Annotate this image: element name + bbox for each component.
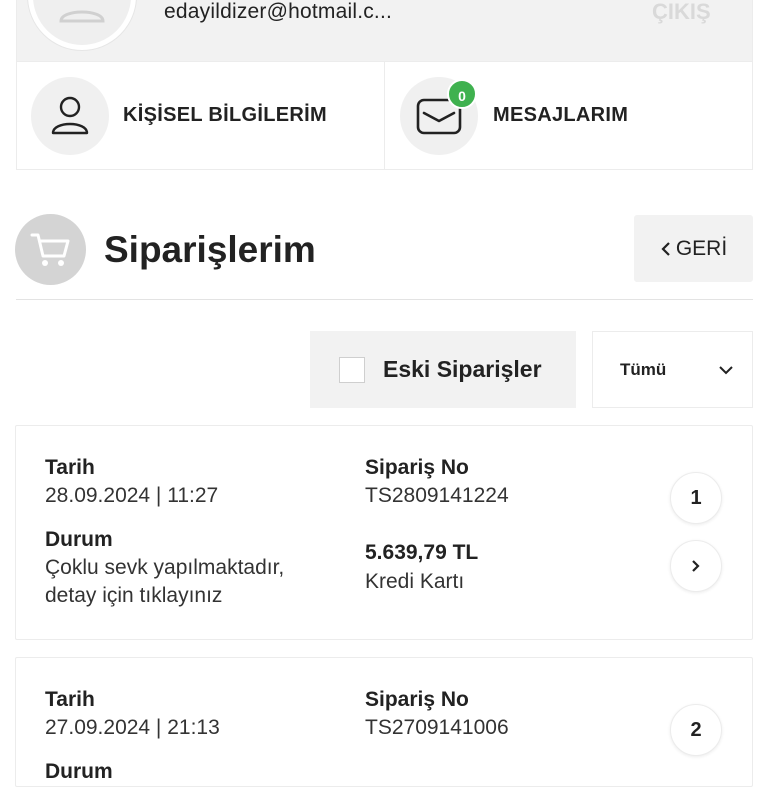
order-date: 28.09.2024 | 11:27	[45, 484, 219, 507]
quick-links-divider	[384, 62, 385, 170]
order-number: TS2709141006	[365, 716, 509, 739]
back-button[interactable]: GERİ	[634, 215, 753, 282]
user-email: edayildizer@hotmail.c...	[164, 0, 393, 23]
order-status-select[interactable]: Tümü	[592, 331, 753, 408]
order-status-label: Durum	[45, 528, 113, 551]
chevron-right-icon	[692, 560, 700, 572]
logout-button[interactable]: ÇIKIŞ	[652, 0, 711, 24]
personal-info-link[interactable]: KİŞİSEL BİLGİLERİM	[123, 103, 327, 127]
person-icon	[59, 10, 105, 23]
order-date-label: Tarih	[45, 456, 95, 479]
messages-count-badge: 0	[447, 79, 477, 109]
order-number-label: Sipariş No	[365, 688, 469, 711]
order-status-text-detail[interactable]: detay için tıklayınız	[45, 582, 222, 610]
order-amount: 5.639,79 TL	[365, 541, 479, 564]
person-icon	[51, 96, 89, 135]
chevron-down-icon	[719, 365, 733, 374]
old-orders-filter[interactable]: Eski Siparişler	[310, 331, 576, 408]
order-date-label: Tarih	[45, 688, 95, 711]
old-orders-label: Eski Siparişler	[383, 356, 542, 382]
page-title: Siparişlerim	[104, 229, 316, 270]
messages-link[interactable]: MESAJLARIM	[493, 103, 628, 127]
old-orders-checkbox[interactable]	[339, 356, 365, 383]
order-number: TS2809141224	[365, 484, 509, 507]
order-number-label: Sipariş No	[365, 456, 469, 479]
shopping-cart-icon	[30, 233, 70, 266]
order-detail-button[interactable]	[670, 540, 722, 592]
order-status-text[interactable]: Çoklu sevk yapılmaktadır,	[45, 554, 284, 582]
order-index-badge: 2	[670, 704, 722, 756]
personal-info-icon-circle[interactable]	[31, 77, 109, 155]
order-status-label: Durum	[45, 760, 113, 783]
order-payment-method: Kredi Kartı	[365, 570, 465, 593]
heading-divider	[16, 299, 753, 300]
status-select-value: Tümü	[620, 359, 667, 379]
back-button-label: GERİ	[675, 236, 728, 260]
order-date: 27.09.2024 | 21:13	[45, 716, 220, 739]
chevron-left-icon	[661, 241, 670, 256]
order-index-badge: 1	[670, 472, 722, 524]
cart-icon-circle	[15, 214, 86, 285]
